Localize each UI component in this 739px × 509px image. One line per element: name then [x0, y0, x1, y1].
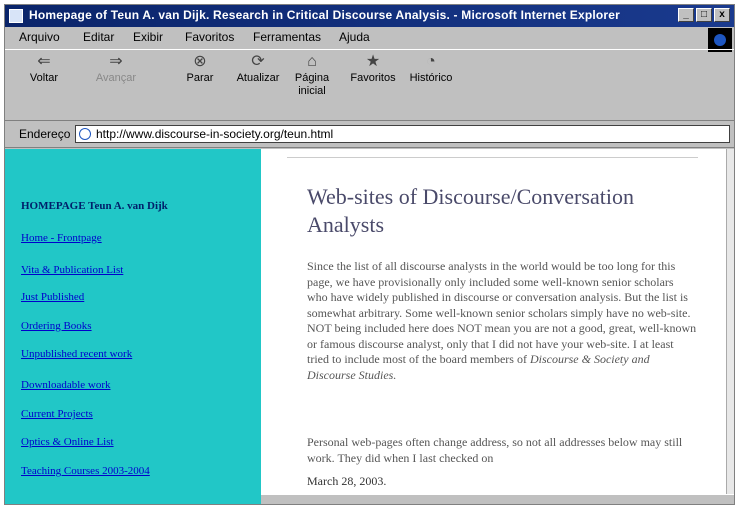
main-panel: Web-sites of Discourse/Conversation Anal…	[261, 149, 726, 494]
favorites-icon: ★	[365, 53, 381, 70]
address-bar: Endereço http://www.discourse-in-society…	[5, 122, 734, 148]
menu-exibir[interactable]: Exibir	[133, 30, 163, 44]
toolbar: ⇐ Voltar ⇒ Avançar ⊗ Parar ⟳ Atualizar ⌂…	[5, 49, 734, 121]
back-arrow-icon: ⇐	[37, 53, 51, 70]
menu-ferramentas[interactable]: Ferramentas	[253, 30, 321, 44]
back-button[interactable]: ⇐ Voltar	[19, 52, 69, 85]
home-icon: ⌂	[307, 53, 317, 70]
maximize-button[interactable]: □	[696, 8, 712, 22]
history-button[interactable]: ◔ Histórico	[403, 52, 459, 85]
browser-window: Homepage of Teun A. van Dijk. Research i…	[4, 4, 735, 505]
page-content: HOMEPAGE Teun A. van Dijk Home - Frontpa…	[5, 149, 734, 504]
horizontal-scrollbar[interactable]	[261, 494, 734, 504]
address-url[interactable]: http://www.discourse-in-society.org/teun…	[96, 127, 333, 141]
home-button[interactable]: ⌂ Página inicial	[287, 52, 337, 98]
sidebar-link-just-published[interactable]: Just Published	[21, 291, 84, 303]
forward-arrow-icon: ⇒	[109, 53, 123, 70]
close-button[interactable]: x	[714, 8, 730, 22]
sidebar-link-home[interactable]: Home - Frontpage	[21, 232, 102, 244]
page-icon	[79, 128, 91, 140]
ie-app-icon[interactable]	[9, 9, 23, 23]
window-controls: _ □ x	[678, 8, 730, 22]
sidebar-link-unpublished[interactable]: Unpublished recent work	[21, 348, 132, 360]
note-paragraph: Personal web-pages often change address,…	[307, 435, 683, 465]
sidebar-link-vita[interactable]: Vita & Publication List	[21, 264, 123, 276]
refresh-button[interactable]: ⟳ Atualizar	[233, 52, 283, 85]
address-input[interactable]: http://www.discourse-in-society.org/teun…	[75, 125, 730, 143]
intro-paragraph: Since the list of all discourse analysts…	[307, 259, 697, 382]
window-title: Homepage of Teun A. van Dijk. Research i…	[29, 8, 621, 22]
sidebar-link-teaching[interactable]: Teaching Courses 2003-2004	[21, 465, 150, 477]
menu-favoritos[interactable]: Favoritos	[185, 30, 234, 44]
sidebar: HOMEPAGE Teun A. van Dijk Home - Frontpa…	[5, 149, 261, 504]
sidebar-link-downloadable[interactable]: Downloadable work	[21, 379, 111, 391]
address-label: Endereço	[19, 127, 71, 141]
sidebar-link-optics-list[interactable]: Optics & Online List	[21, 436, 114, 448]
sidebar-link-ordering-books[interactable]: Ordering Books	[21, 320, 92, 332]
stop-icon: ⊗	[193, 53, 207, 70]
sidebar-link-current-projects[interactable]: Current Projects	[21, 408, 93, 420]
top-divider	[287, 157, 698, 158]
sidebar-title: HOMEPAGE Teun A. van Dijk	[21, 200, 168, 212]
stop-button[interactable]: ⊗ Parar	[175, 52, 225, 85]
menu-arquivo[interactable]: Arquivo	[19, 30, 60, 44]
favorites-button[interactable]: ★ Favoritos	[345, 52, 401, 85]
minimize-button[interactable]: _	[678, 8, 694, 22]
last-checked-date: March 28, 2003.	[307, 474, 387, 488]
refresh-icon: ⟳	[251, 53, 265, 70]
vertical-scrollbar[interactable]	[726, 149, 734, 494]
menu-bar: Arquivo Editar Exibir Favoritos Ferramen…	[5, 28, 734, 48]
forward-button[interactable]: ⇒ Avançar	[81, 52, 151, 85]
page-title: Web-sites of Discourse/Conversation Anal…	[307, 184, 634, 237]
title-bar: Homepage of Teun A. van Dijk. Research i…	[5, 5, 734, 27]
history-icon: ◔	[426, 53, 436, 70]
menu-editar[interactable]: Editar	[83, 30, 114, 44]
menu-ajuda[interactable]: Ajuda	[339, 30, 370, 44]
